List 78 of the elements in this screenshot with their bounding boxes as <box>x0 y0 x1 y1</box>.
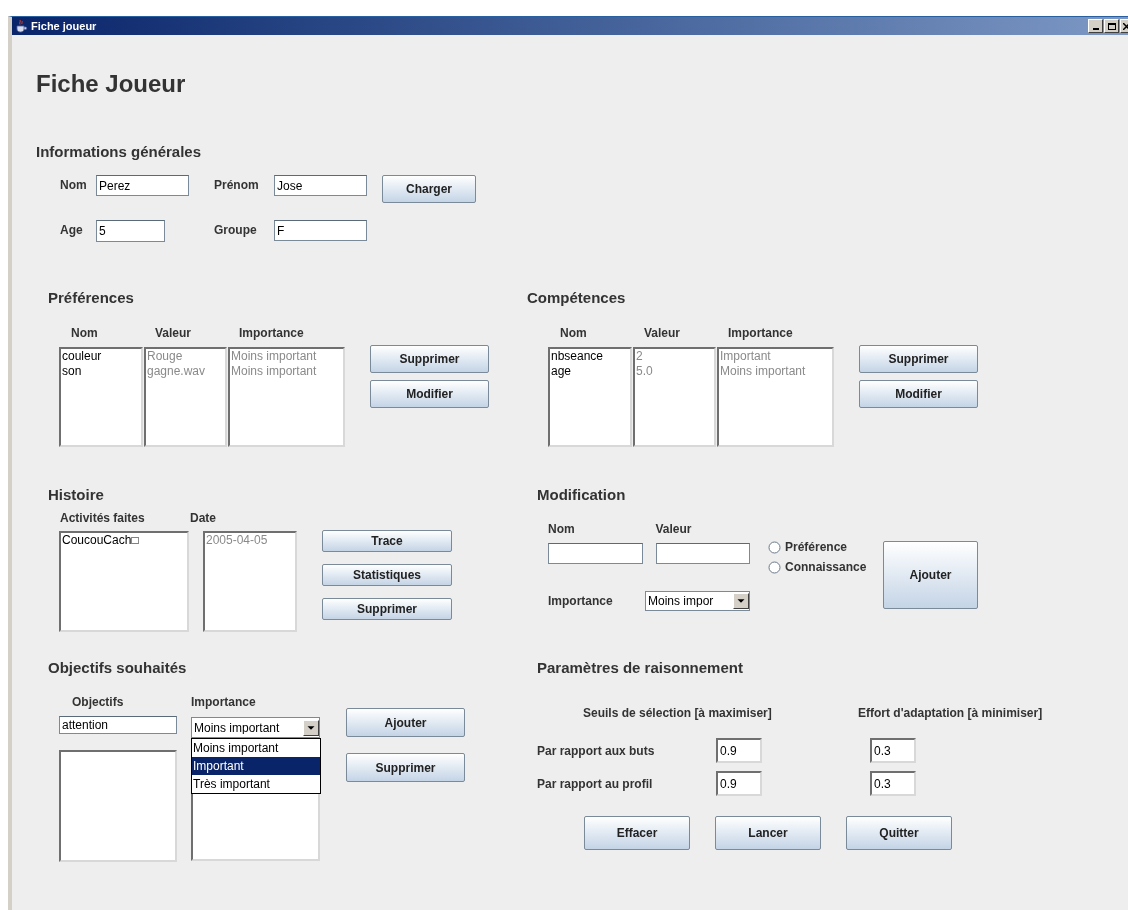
field-label: Nom <box>559 326 587 340</box>
add-button[interactable]: Ajouter <box>346 708 465 737</box>
minimize-button[interactable] <box>1088 19 1103 33</box>
page-heading: Fiche Joueur <box>36 69 186 99</box>
text-field[interactable]: 0.3 <box>870 771 916 796</box>
field-label: Objectifs <box>72 695 124 709</box>
list-item[interactable]: age <box>551 364 629 379</box>
text-field[interactable] <box>548 543 643 564</box>
field-label: Seuils de sélection [à maximiser] <box>583 706 773 720</box>
importance-dropdown[interactable]: Moins important <box>191 717 320 738</box>
field-label: Age <box>60 223 84 237</box>
edit-button[interactable]: Modifier <box>859 380 978 408</box>
field-label: Importance <box>238 326 304 340</box>
delete-button[interactable]: Supprimer <box>859 345 978 373</box>
field-label: Nom <box>60 178 88 192</box>
list-box[interactable]: nbseance age <box>548 347 632 447</box>
close-icon <box>1123 22 1128 30</box>
list-item[interactable]: CoucouCach□ <box>62 533 186 548</box>
dropdown-option[interactable]: Important <box>192 757 320 775</box>
field-label: Par rapport au profil <box>537 776 654 791</box>
section-title: Objectifs souhaités <box>48 660 187 676</box>
list-box[interactable]: CoucouCach□ <box>59 531 189 632</box>
charger-button[interactable]: Charger <box>382 175 476 203</box>
field-label: Groupe <box>214 223 258 237</box>
dropdown-option[interactable]: Moins important <box>192 739 320 757</box>
quit-button[interactable]: Quitter <box>846 816 952 850</box>
section-title: Paramètres de raisonnement <box>537 660 743 676</box>
edit-button[interactable]: Modifier <box>370 380 489 408</box>
radio-circle-icon <box>768 560 781 574</box>
launch-button[interactable]: Lancer <box>715 816 821 850</box>
radio-button[interactable]: Connaissance <box>768 560 867 574</box>
delete-button[interactable]: Supprimer <box>346 753 465 782</box>
field-label: Nom <box>70 326 98 340</box>
window-title: Fiche joueur <box>31 20 97 32</box>
field-label: Nom <box>548 522 576 536</box>
field-label: Activités faites <box>59 511 145 525</box>
text-field[interactable]: 0.3 <box>870 738 916 763</box>
clear-button[interactable]: Effacer <box>584 816 690 850</box>
text-field[interactable]: 5 <box>96 220 165 242</box>
maximize-icon <box>1107 22 1116 30</box>
field-label: Importance <box>191 695 256 709</box>
text-field[interactable]: Perez <box>96 175 189 196</box>
text-field[interactable]: 0.9 <box>716 738 762 763</box>
section-title: Préférences <box>48 290 134 306</box>
radio-circle-icon <box>768 540 781 554</box>
list-item[interactable]: son <box>62 364 140 379</box>
add-button[interactable]: Ajouter <box>883 541 978 609</box>
statistics-button[interactable]: Statistiques <box>322 564 452 586</box>
delete-button[interactable]: Supprimer <box>322 598 452 620</box>
field-label: Importance <box>548 594 614 608</box>
text-field[interactable]: 0.9 <box>716 771 762 796</box>
section-title: Modification <box>537 487 626 503</box>
section-title: Compétences <box>527 290 626 306</box>
field-label: Valeur <box>643 326 681 340</box>
minimize-icon <box>1092 28 1099 30</box>
section-title: Informations générales <box>36 144 202 160</box>
field-label: Valeur <box>154 326 192 340</box>
section-title: Histoire <box>48 487 104 503</box>
text-field[interactable]: Jose <box>274 175 367 196</box>
delete-button[interactable]: Supprimer <box>370 345 489 373</box>
field-label: Prénom <box>214 178 260 192</box>
field-label: Valeur <box>655 522 693 536</box>
text-field[interactable]: attention <box>59 716 177 734</box>
list-item[interactable]: couleur <box>62 349 140 364</box>
list-item[interactable]: nbseance <box>551 349 629 364</box>
text-field[interactable] <box>655 543 750 564</box>
dropdown-option[interactable]: Très important <box>192 775 320 793</box>
trace-button[interactable]: Trace <box>322 530 452 552</box>
text-field[interactable]: F <box>274 220 367 241</box>
importance-dropdown[interactable]: Moins impor <box>645 591 750 611</box>
cup-icon <box>14 19 28 33</box>
field-label: Importance <box>727 326 793 340</box>
field-label: Par rapport aux buts <box>537 743 656 758</box>
list-box[interactable]: couleur son <box>59 347 143 447</box>
radio-button[interactable]: Préférence <box>768 540 848 554</box>
maximize-button[interactable] <box>1104 19 1119 33</box>
field-label: Effort d'adaptation [à minimiser] <box>858 706 1043 720</box>
field-label: Date <box>190 511 216 525</box>
